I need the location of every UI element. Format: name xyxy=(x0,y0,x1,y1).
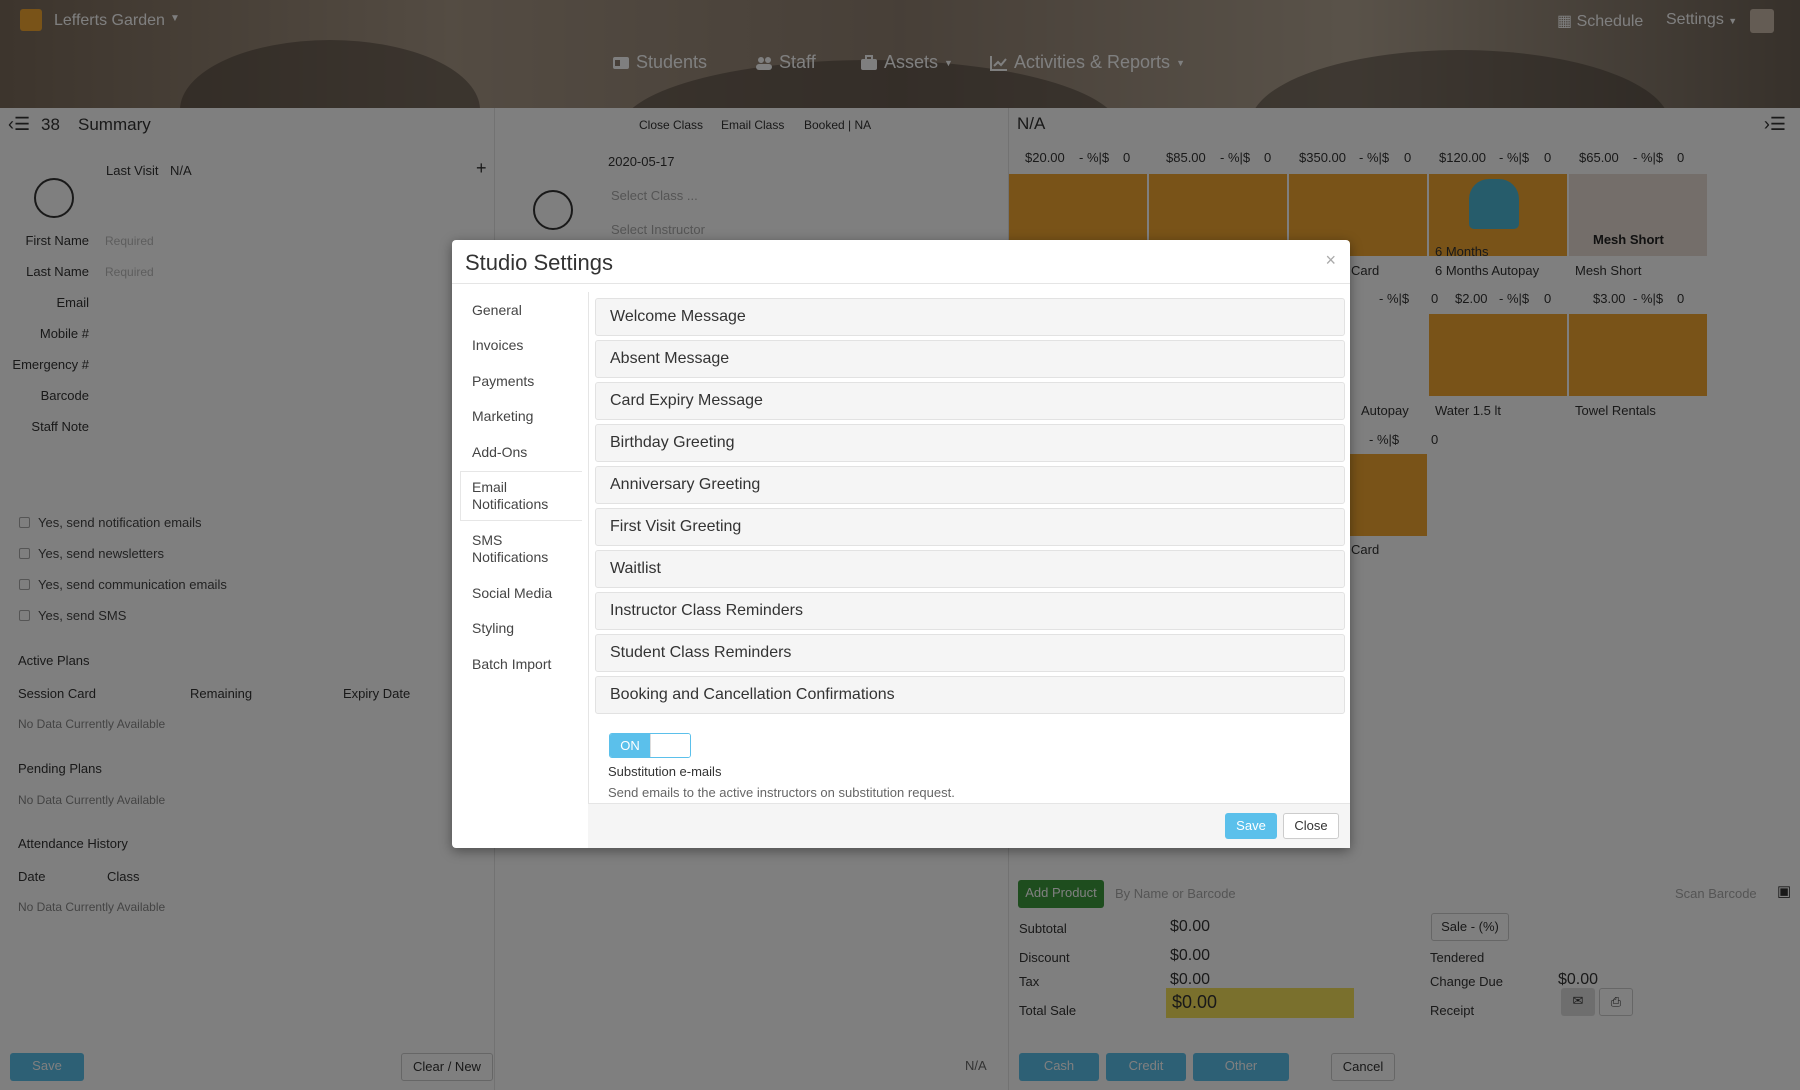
tab-general[interactable]: General xyxy=(472,302,522,319)
section-instructor-reminders[interactable]: Instructor Class Reminders xyxy=(595,592,1345,630)
section-booking-confirmations[interactable]: Booking and Cancellation Confirmations xyxy=(595,676,1345,714)
tab-batch-import[interactable]: Batch Import xyxy=(472,656,551,673)
tab-social-media[interactable]: Social Media xyxy=(472,585,552,602)
section-first-visit-greeting[interactable]: First Visit Greeting xyxy=(595,508,1345,546)
section-anniversary-greeting[interactable]: Anniversary Greeting xyxy=(595,466,1345,504)
tab-styling[interactable]: Styling xyxy=(472,620,514,637)
close-button[interactable]: Close xyxy=(1283,813,1339,839)
section-waitlist[interactable]: Waitlist xyxy=(595,550,1345,588)
modal-title: Studio Settings xyxy=(465,250,613,275)
tab-invoices[interactable]: Invoices xyxy=(472,337,523,354)
section-birthday-greeting[interactable]: Birthday Greeting xyxy=(595,424,1345,462)
save-button[interactable]: Save xyxy=(1225,813,1277,839)
settings-content: Welcome Message Absent Message Card Expi… xyxy=(588,292,1350,848)
section-absent-message[interactable]: Absent Message xyxy=(595,340,1345,378)
close-icon[interactable]: × xyxy=(1325,250,1336,271)
tab-add-ons[interactable]: Add-Ons xyxy=(472,444,527,461)
section-card-expiry-message[interactable]: Card Expiry Message xyxy=(595,382,1345,420)
section-welcome-message[interactable]: Welcome Message xyxy=(595,298,1345,336)
modal-footer: Save Close xyxy=(588,803,1350,848)
tab-email-notifications[interactable]: Email Notifications xyxy=(472,479,572,513)
setting-title: Substitution e-mails xyxy=(608,764,722,779)
studio-settings-modal: Studio Settings × General Invoices Payme… xyxy=(452,240,1350,848)
setting-description: Send emails to the active instructors on… xyxy=(608,785,955,800)
modal-divider xyxy=(452,283,1350,284)
tab-marketing[interactable]: Marketing xyxy=(472,408,533,425)
toggle-on-label: ON xyxy=(610,734,650,757)
toggle-handle xyxy=(650,734,690,757)
substitution-toggle[interactable]: ON xyxy=(609,733,691,758)
tab-payments[interactable]: Payments xyxy=(472,373,534,390)
section-student-reminders[interactable]: Student Class Reminders xyxy=(595,634,1345,672)
tab-sms-notifications[interactable]: SMS Notifications xyxy=(472,532,572,566)
